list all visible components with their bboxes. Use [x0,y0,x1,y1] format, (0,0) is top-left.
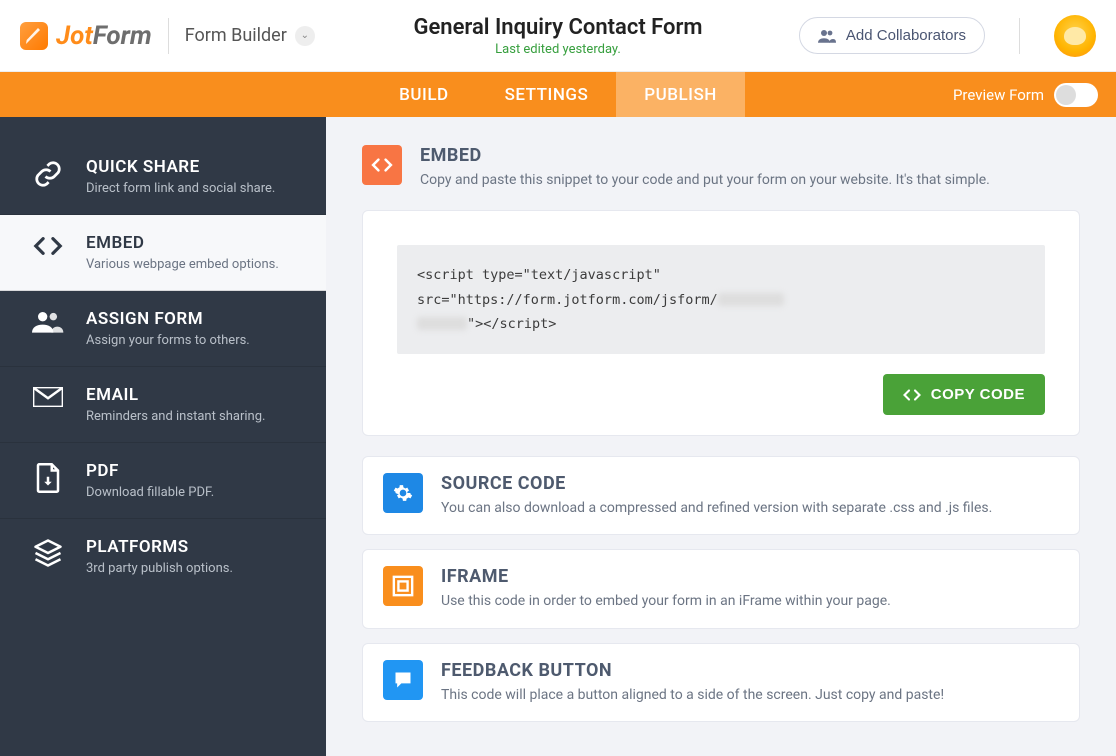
section-desc: Copy and paste this snippet to your code… [420,170,990,190]
sidebar-item-quick-share[interactable]: QUICK SHARE Direct form link and social … [0,139,326,215]
sidebar-item-email[interactable]: EMAIL Reminders and instant sharing. [0,367,326,443]
formbuilder-dropdown[interactable]: Form Builder ⌄ [185,25,315,46]
tab-publish[interactable]: PUBLISH [616,72,745,117]
logo-icon [20,22,48,50]
sidebar-item-desc: Reminders and instant sharing. [86,409,265,424]
code-icon [28,233,68,257]
option-desc: This code will place a button aligned to… [441,685,944,705]
sidebar-item-desc: Download fillable PDF. [86,485,214,500]
tab-settings[interactable]: SETTINGS [477,72,617,117]
sidebar-item-desc: 3rd party publish options. [86,561,233,576]
option-iframe[interactable]: IFRAME Use this code in order to embed y… [362,549,1080,628]
sidebar-item-platforms[interactable]: PLATFORMS 3rd party publish options. [0,519,326,594]
tab-build[interactable]: BUILD [371,72,476,117]
link-icon [28,157,68,189]
main-content: EMBED Copy and paste this snippet to you… [326,117,1116,756]
sidebar-item-label: QUICK SHARE [86,157,275,177]
option-feedback-button[interactable]: FEEDBACK BUTTON This code will place a b… [362,643,1080,722]
header-center: General Inquiry Contact Form Last edited… [413,15,702,57]
embed-code[interactable]: <script type="text/javascript" src="http… [397,245,1045,354]
logo[interactable]: JotForm [20,21,152,51]
chevron-down-icon: ⌄ [295,26,315,46]
formbuilder-label: Form Builder [185,25,287,46]
file-pdf-icon [28,461,68,493]
avatar[interactable] [1054,15,1096,57]
sidebar-item-label: PDF [86,461,214,481]
divider [1019,18,1020,54]
preview-form-label: Preview Form [953,86,1044,104]
section-title: EMBED [420,145,990,166]
collab-label: Add Collaborators [846,27,966,44]
sidebar-item-label: PLATFORMS [86,537,233,557]
preview-toggle[interactable] [1054,83,1098,107]
sidebar-item-pdf[interactable]: PDF Download fillable PDF. [0,443,326,519]
code-icon [362,145,402,185]
redacted [417,317,467,330]
iframe-icon [383,566,423,606]
sidebar-item-label: EMBED [86,233,279,253]
redacted [718,293,784,306]
form-title[interactable]: General Inquiry Contact Form [413,15,702,40]
embed-code-card: <script type="text/javascript" src="http… [362,210,1080,436]
envelope-icon [28,385,68,407]
stack-icon [28,537,68,567]
sidebar-item-desc: Various webpage embed options. [86,257,279,272]
top-header: JotForm Form Builder ⌄ General Inquiry C… [0,0,1116,72]
divider [168,18,169,54]
main-nav: BUILD SETTINGS PUBLISH Preview Form [0,72,1116,117]
chat-icon [383,660,423,700]
sidebar-item-embed[interactable]: EMBED Various webpage embed options. [0,215,326,291]
sidebar-item-label: ASSIGN FORM [86,309,250,329]
sidebar-item-label: EMAIL [86,385,265,405]
sidebar-item-desc: Direct form link and social share. [86,181,275,196]
users-icon [818,29,836,43]
option-title: FEEDBACK BUTTON [441,660,944,681]
option-desc: Use this code in order to embed your for… [441,591,891,611]
publish-sidebar: QUICK SHARE Direct form link and social … [0,117,326,756]
add-collaborators-button[interactable]: Add Collaborators [799,17,985,54]
option-title: SOURCE CODE [441,473,992,494]
option-desc: You can also download a compressed and r… [441,498,992,518]
users-icon [28,309,68,333]
sidebar-item-assign-form[interactable]: ASSIGN FORM Assign your forms to others. [0,291,326,367]
copy-code-button[interactable]: COPY CODE [883,374,1045,415]
copy-code-label: COPY CODE [931,386,1025,403]
code-icon [903,388,921,402]
option-title: IFRAME [441,566,891,587]
gear-icon [383,473,423,513]
option-source-code[interactable]: SOURCE CODE You can also download a comp… [362,456,1080,535]
sidebar-item-desc: Assign your forms to others. [86,333,250,348]
last-edited: Last edited yesterday. [413,42,702,57]
brand-text: JotForm [56,21,152,51]
